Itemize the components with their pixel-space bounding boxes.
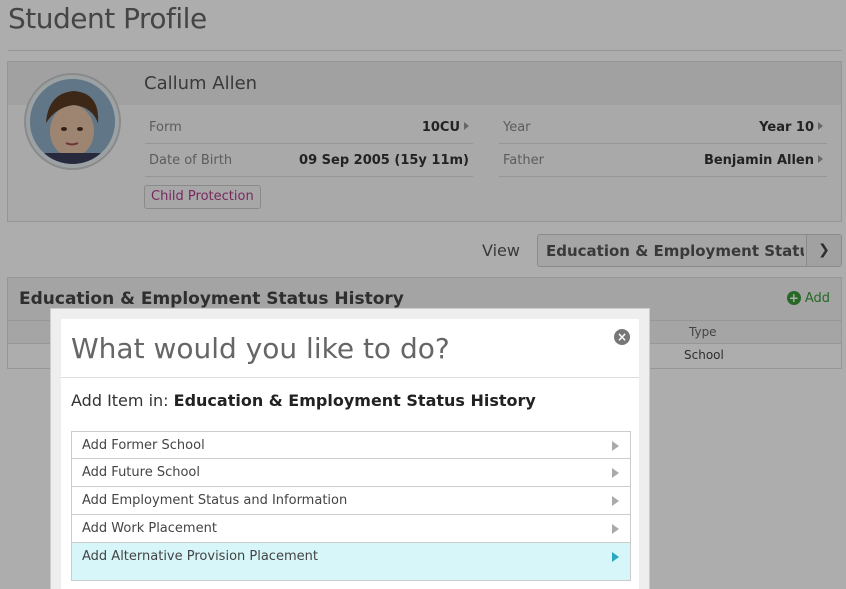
option-add-future-school[interactable]: Add Future School <box>71 459 631 487</box>
option-add-employment-status[interactable]: Add Employment Status and Information <box>71 487 631 515</box>
add-item-prefix: Add Item in: <box>71 391 169 410</box>
option-add-alternative-provision[interactable]: Add Alternative Provision Placement <box>71 543 631 581</box>
add-item-target: Education & Employment Status History <box>173 391 536 410</box>
chevron-right-icon <box>612 552 619 562</box>
close-icon[interactable]: × <box>614 329 630 345</box>
chevron-right-icon <box>612 496 619 506</box>
option-add-work-placement[interactable]: Add Work Placement <box>71 515 631 543</box>
modal-body: What would you like to do? × Add Item in… <box>61 319 639 589</box>
option-add-former-school[interactable]: Add Former School <box>71 431 631 459</box>
modal-divider <box>61 377 639 378</box>
add-item-caption: Add Item in: Education & Employment Stat… <box>71 391 536 410</box>
option-list: Add Former School Add Future School Add … <box>71 431 631 581</box>
action-modal: What would you like to do? × Add Item in… <box>50 308 650 589</box>
chevron-right-icon <box>612 468 619 478</box>
chevron-right-icon <box>612 524 619 534</box>
chevron-right-icon <box>612 441 619 451</box>
modal-title: What would you like to do? <box>71 332 450 365</box>
